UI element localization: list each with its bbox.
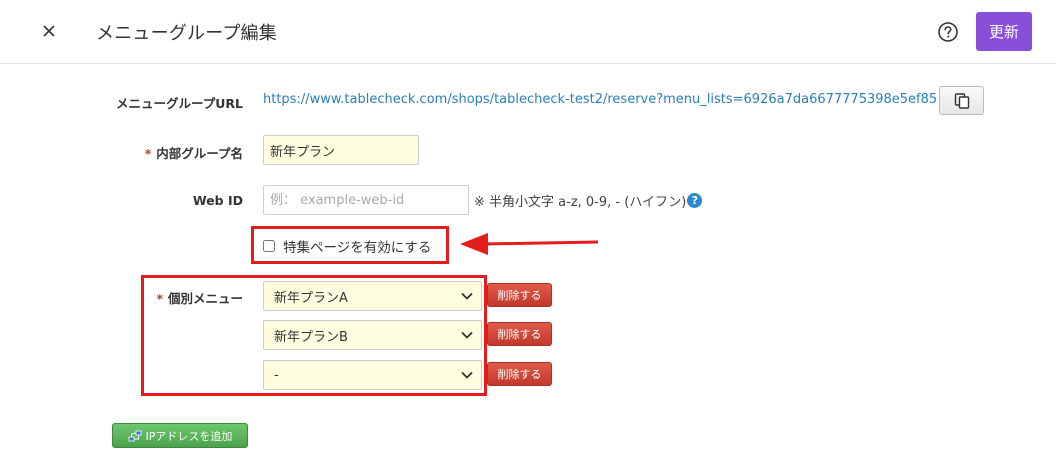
menu-select-1[interactable]: 新年プランA xyxy=(263,281,482,311)
menu-label: * 個別メニュー xyxy=(0,288,243,307)
internal-name-label: * 内部グループ名 xyxy=(0,143,243,162)
web-id-label: Web ID xyxy=(192,193,243,208)
close-button[interactable] xyxy=(36,18,62,44)
copy-url-button[interactable] xyxy=(939,86,984,115)
arrow-left-icon xyxy=(460,233,599,255)
chevron-down-icon xyxy=(461,371,473,379)
menu-group-url-link[interactable]: https://www.tablecheck.com/shops/tablech… xyxy=(263,92,937,107)
web-id-hint-text: ※ 半角小文字 a-z, 0-9, - (ハイフン) xyxy=(474,195,687,210)
delete-menu-button[interactable]: 削除する xyxy=(487,322,552,346)
delete-menu-button[interactable]: 削除する xyxy=(487,283,552,307)
copy-icon xyxy=(954,92,969,109)
network-icon xyxy=(128,430,141,441)
help-badge-icon[interactable]: ? xyxy=(687,193,703,208)
menu-select-3[interactable]: - xyxy=(263,360,482,390)
url-label: メニューグループURL xyxy=(116,96,243,111)
chevron-down-icon xyxy=(461,292,473,300)
close-icon xyxy=(43,25,55,37)
internal-name-input[interactable] xyxy=(263,135,419,165)
help-button[interactable] xyxy=(937,21,959,43)
required-mark: * xyxy=(144,146,152,161)
web-id-input[interactable] xyxy=(263,185,469,215)
internal-name-label-text: 内部グループ名 xyxy=(156,146,243,161)
header-bar: メニューグループ編集 更新 xyxy=(0,0,1056,64)
required-mark: * xyxy=(156,291,163,306)
feature-page-option[interactable]: 特集ページを有効にする xyxy=(263,236,431,256)
menu-select-value: - xyxy=(274,367,279,383)
delete-menu-button[interactable]: 削除する xyxy=(487,362,552,386)
feature-page-label: 特集ページを有効にする xyxy=(283,240,432,256)
menu-select-2[interactable]: 新年プランB xyxy=(263,320,482,350)
web-id-hint: ※ 半角小文字 a-z, 0-9, - (ハイフン) ? xyxy=(474,191,703,210)
page-title: メニューグループ編集 xyxy=(96,23,277,44)
feature-page-checkbox[interactable] xyxy=(263,240,275,252)
add-ip-address-button[interactable]: IPアドレスを追加 xyxy=(112,423,248,448)
menu-select-value: 新年プランB xyxy=(274,329,348,345)
menu-select-value: 新年プランA xyxy=(274,290,348,306)
update-button[interactable]: 更新 xyxy=(976,12,1032,51)
question-circle-icon xyxy=(938,22,958,42)
menu-label-text: 個別メニュー xyxy=(167,291,243,306)
chevron-down-icon xyxy=(461,331,473,339)
add-ip-label: IPアドレスを追加 xyxy=(145,429,233,443)
